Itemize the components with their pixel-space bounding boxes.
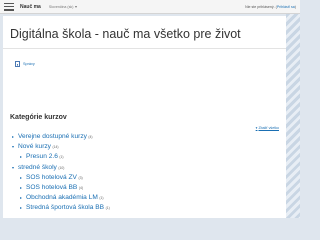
- category-item[interactable]: ▸ Verejne dostupné kurzy (4): [12, 133, 110, 143]
- category-link[interactable]: Nové kurzy: [18, 143, 51, 150]
- category-item[interactable]: ▸ SOS hotelová BB (4): [12, 184, 110, 194]
- category-item[interactable]: ▸ Stredná športová škola BB (1): [12, 204, 110, 214]
- course-count: (4): [88, 135, 93, 139]
- language-menu[interactable]: Slovenčina (sk): [49, 5, 78, 9]
- course-count: (10): [58, 165, 65, 170]
- page-content: Digitálna škola - nauč ma všetko pre živ…: [3, 16, 286, 218]
- collapse-arrow-icon: ▾: [255, 126, 258, 130]
- categories-heading: Kategórie kurzov: [10, 114, 67, 121]
- category-link[interactable]: SOS hotelová ZV: [26, 174, 77, 181]
- document-icon: [15, 61, 20, 67]
- category-item[interactable]: ▸ SOS hotelová ZV (3): [12, 174, 110, 184]
- category-link[interactable]: Obchodná akadémia LM: [26, 194, 98, 201]
- category-link[interactable]: SOS hotelová BB: [26, 184, 77, 191]
- course-count: (1): [59, 155, 64, 160]
- course-count: (3): [78, 175, 83, 180]
- menu-icon[interactable]: [4, 2, 14, 11]
- category-item[interactable]: ▾ stredné školy (10): [12, 164, 110, 174]
- login-info: Nie ste prihlásený. (Prihlásiť sa): [245, 5, 296, 9]
- language-label: Slovenčina (sk): [48, 4, 74, 9]
- category-link[interactable]: Presun 2.6: [26, 153, 58, 160]
- top-navbar: Nauč ma Slovenčina (sk) Nie ste prihláse…: [0, 0, 300, 14]
- category-link[interactable]: stredné školy: [18, 164, 57, 171]
- news-link[interactable]: Správy: [23, 62, 35, 66]
- login-link[interactable]: Prihlásiť sa: [277, 5, 295, 9]
- course-count: (1): [105, 206, 110, 211]
- brand-link[interactable]: Nauč ma: [20, 4, 41, 10]
- login-status-text: Nie ste prihlásený. (: [245, 4, 277, 9]
- collapse-all-link[interactable]: ▾ Zbaliť všetko: [256, 126, 279, 130]
- category-item[interactable]: ▸ Obchodná akadémia LM (1): [12, 194, 110, 204]
- course-count: (14): [52, 145, 59, 150]
- page-header: Digitálna škola - nauč ma všetko pre živ…: [3, 16, 286, 49]
- course-count: (1): [99, 196, 104, 201]
- category-item[interactable]: ▾ Nové kurzy (14): [12, 143, 110, 153]
- background-decoration: [286, 14, 300, 218]
- category-link[interactable]: Verejne dostupné kurzy: [18, 133, 87, 140]
- login-status-close: ): [294, 4, 296, 9]
- course-count: (4): [78, 185, 83, 190]
- site-title: Digitálna škola - nauč ma všetko pre živ…: [10, 27, 241, 41]
- category-link[interactable]: Stredná športová škola BB: [26, 204, 104, 211]
- news-block: Správy: [3, 49, 286, 105]
- category-tree: ▸ Verejne dostupné kurzy (4) ▾ Nové kurz…: [12, 133, 110, 215]
- collapse-all-label: Zbaliť všetko: [258, 126, 279, 130]
- chevron-down-icon: [75, 5, 78, 8]
- category-item[interactable]: ▸ Presun 2.6 (1): [12, 153, 110, 163]
